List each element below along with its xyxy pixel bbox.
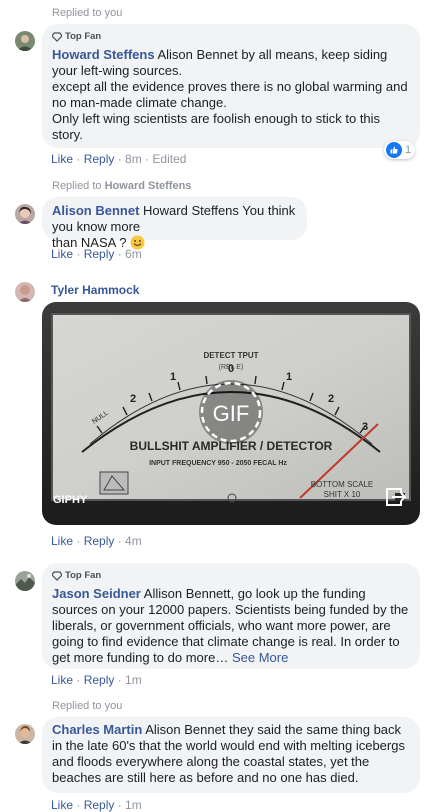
comment-actions: Like · Reply · 4m	[51, 534, 142, 548]
see-more-link[interactable]: See More	[232, 650, 288, 665]
like-link[interactable]: Like	[51, 534, 73, 548]
svg-text:1: 1	[170, 371, 176, 383]
svg-text:3: 3	[362, 421, 368, 433]
comment-line: your left-wing sources.	[52, 63, 183, 78]
comment-line: Only left wing scientists are foolish en…	[52, 111, 381, 126]
comment-actions: Like · Reply · 8m · Edited	[51, 152, 187, 166]
comment-time[interactable]: 8m	[125, 152, 142, 166]
replied-to-label: Replied to you	[52, 700, 123, 712]
avatar-howard-steffens[interactable]	[15, 31, 35, 51]
diamond-icon	[52, 32, 62, 42]
avatar-jason-seidner[interactable]	[15, 571, 35, 591]
meter-scale1: BOTTOM SCALE	[311, 480, 374, 489]
comment-line: Alison Bennet they said the same thing b…	[145, 722, 402, 737]
comment-line: get more funding to do more…	[52, 650, 229, 665]
comment-time[interactable]: 1m	[125, 673, 142, 687]
gif-attachment[interactable]: 210 123 NULL DETECT TPUT (REL E) BULLSHI…	[42, 302, 420, 525]
reply-link[interactable]: Reply	[84, 798, 115, 812]
comment-line: Allison Bennett, go look up the funding	[143, 586, 366, 601]
comment-author[interactable]: Alison Bennet	[52, 203, 139, 218]
edited-label[interactable]: Edited	[152, 152, 186, 166]
reply-link[interactable]: Reply	[84, 673, 115, 687]
reaction-count-badge[interactable]: 1	[384, 141, 416, 159]
diamond-icon	[52, 571, 62, 581]
comment-line: and floods everywhere along the coastal …	[52, 754, 370, 769]
reply-link[interactable]: Reply	[84, 534, 115, 548]
avatar-tyler-hammock[interactable]	[15, 282, 35, 302]
comment-actions: Like · Reply · 1m	[51, 798, 142, 812]
top-fan-badge: Top Fan	[52, 568, 410, 584]
like-reaction-icon	[386, 142, 402, 158]
replied-to-label: Replied to Howard Steffens	[52, 180, 191, 192]
comment-line: liberals, or government officials, who w…	[52, 618, 391, 633]
comment-actions: Like · Reply · 1m	[51, 673, 142, 687]
svg-text:2: 2	[328, 393, 334, 405]
replied-to-label: Replied to you	[52, 7, 123, 19]
comment-author[interactable]: Charles Martin	[52, 722, 142, 737]
comment-line: story.	[52, 127, 83, 142]
giphy-source-label: GIPHY	[53, 494, 88, 506]
comment-author[interactable]: Howard Steffens	[52, 47, 155, 62]
comment-line: beaches are still here as before and no …	[52, 770, 359, 785]
comment-time[interactable]: 6m	[125, 247, 142, 261]
avatar-alison-bennet[interactable]	[15, 204, 35, 224]
reply-link[interactable]: Reply	[84, 152, 115, 166]
meter-subtitle: INPUT FREQUENCY 950 - 2050 FECAL Hz	[149, 460, 287, 467]
comment-bubble: Alison Bennet Howard Steffens You think …	[42, 197, 307, 250]
replied-prefix: Replied to	[52, 180, 102, 192]
svg-text:2: 2	[130, 393, 136, 405]
like-link[interactable]: Like	[51, 247, 73, 261]
comment-text: Howard Steffens Alison Bennet by all mea…	[52, 47, 410, 143]
reply-link[interactable]: Reply	[84, 247, 115, 261]
comment-line: except all the evidence proves there is …	[52, 79, 408, 94]
meter-line1: DETECT TPUT	[203, 351, 258, 360]
gif-badge-label: GIF	[213, 401, 250, 426]
comment-time[interactable]: 4m	[125, 534, 142, 548]
comment-actions: Like · Reply · 6m	[51, 247, 142, 261]
like-link[interactable]: Like	[51, 798, 73, 812]
comment-time[interactable]: 1m	[125, 798, 142, 812]
comment-line: going to find evidence that climate chan…	[52, 634, 400, 649]
badge-label: Top Fan	[65, 570, 102, 581]
replied-name[interactable]: Howard Steffens	[105, 180, 192, 192]
comment-text: Jason Seidner Allison Bennett, go look u…	[52, 586, 410, 666]
top-fan-badge: Top Fan	[52, 29, 410, 45]
like-link[interactable]: Like	[51, 673, 73, 687]
comment-author[interactable]: Tyler Hammock	[51, 283, 139, 297]
comment-line: no man-made climate change.	[52, 95, 227, 110]
badge-label: Top Fan	[65, 31, 102, 42]
comment-line: in the late 60's that the world would en…	[52, 738, 405, 753]
meter-line2: (REL E)	[219, 364, 244, 371]
like-link[interactable]: Like	[51, 152, 73, 166]
comment-bubble: Top Fan Howard Steffens Alison Bennet by…	[42, 24, 420, 148]
comment-author[interactable]: Jason Seidner	[52, 586, 141, 601]
comment-bubble: Top Fan Jason Seidner Allison Bennett, g…	[42, 563, 420, 669]
avatar-charles-martin[interactable]	[15, 724, 35, 744]
svg-text:1: 1	[286, 371, 292, 383]
meter-scale2: SHIT X 10	[324, 490, 361, 499]
comment-line: Alison Bennet by all means, keep siding	[157, 47, 388, 62]
comment-bubble: Charles Martin Alison Bennet they said t…	[42, 717, 420, 793]
comment-line: sources on your 12000 papers. Scientists…	[52, 602, 409, 617]
gif-image: 210 123 NULL DETECT TPUT (REL E) BULLSHI…	[42, 302, 420, 525]
reaction-count: 1	[405, 144, 412, 156]
